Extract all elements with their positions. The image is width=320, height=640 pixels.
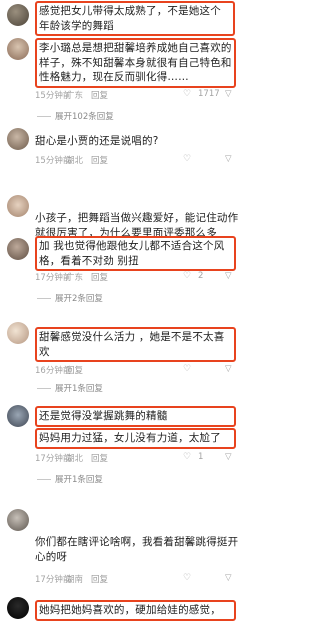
reply-button[interactable]: 回复	[91, 89, 108, 101]
comment-text-content: 加 我也觉得他跟他女儿都不适合这个风格，看着不对劲 别扭	[39, 240, 225, 267]
heart-outline-icon[interactable]: ♡	[183, 573, 191, 583]
comment-text: 李小璐总是想把甜馨培养成她自己喜欢的样子，殊不知甜馨本身就很有自己特色和性格魅力…	[35, 38, 236, 88]
like-count: 1717	[198, 89, 220, 99]
heart-outline-icon[interactable]: ♡	[183, 154, 191, 164]
expand-replies-button[interactable]: 展开1条回复	[37, 382, 103, 394]
comment-location: 湖南	[66, 575, 84, 585]
thumb-down-icon[interactable]: ▽	[225, 271, 232, 281]
avatar[interactable]	[7, 238, 29, 260]
expand-replies-button[interactable]: 展开1条回复	[37, 473, 103, 485]
comment-text: 加 我也觉得他跟他女儿都不适合这个风格，看着不对劲 别扭	[35, 236, 236, 271]
reply-button[interactable]: 回复	[91, 154, 108, 166]
expand-label: 展开1条回复	[55, 384, 103, 394]
divider	[37, 116, 51, 117]
heart-outline-icon[interactable]: ♡	[183, 89, 191, 99]
comment-text: 她妈把她妈喜欢的，硬加给娃的感觉，	[35, 600, 236, 621]
comment-location: 广东	[66, 273, 84, 283]
comment-location: 湖北	[66, 454, 84, 464]
comment-meta: 15分钟前 湖北 回复 ♡ ▽	[35, 154, 241, 166]
thumb-down-icon[interactable]: ▽	[225, 364, 232, 374]
comment-location: 广东	[66, 91, 84, 101]
avatar[interactable]	[7, 405, 29, 427]
comment-meta: 16分钟前 回复 ♡ ▽	[35, 364, 241, 376]
comment-meta: 17分钟前 广东 回复 ♡ 2 ▽	[35, 271, 241, 283]
avatar[interactable]	[7, 38, 29, 60]
avatar[interactable]	[7, 195, 29, 217]
divider	[37, 388, 51, 389]
avatar[interactable]	[7, 4, 29, 26]
comment-text: 妈妈用力过猛，女儿没有力道，太尬了	[35, 428, 236, 449]
reply-button[interactable]: 回复	[91, 573, 108, 585]
comment-text: 还是觉得没掌握跳舞的精髓	[35, 406, 236, 427]
thumb-down-icon[interactable]: ▽	[225, 452, 232, 462]
heart-outline-icon[interactable]: ♡	[183, 452, 191, 462]
reply-button[interactable]: 回复	[91, 271, 108, 283]
divider	[37, 479, 51, 480]
expand-label: 展开1条回复	[55, 475, 103, 485]
reply-button[interactable]: 回复	[66, 364, 83, 376]
comment-text-content: 她妈把她妈喜欢的，硬加给娃的感觉，	[39, 604, 221, 616]
expand-replies-button[interactable]: 展开2条回复	[37, 292, 103, 304]
thumb-down-icon[interactable]: ▽	[225, 89, 232, 99]
reply-button[interactable]: 回复	[91, 452, 108, 464]
comment-location: 湖北	[66, 156, 84, 166]
divider	[37, 298, 51, 299]
like-count: 1	[198, 452, 204, 462]
expand-label: 展开2条回复	[55, 294, 103, 304]
heart-outline-icon[interactable]: ♡	[183, 364, 191, 374]
comment-text: 感觉把女儿带得太成熟了，不是她这个年龄该学的舞蹈	[35, 1, 235, 36]
comment-text-content: 妈妈用力过猛，女儿没有力道，太尬了	[39, 432, 221, 444]
expand-replies-button[interactable]: 展开102条回复	[37, 110, 114, 122]
expand-label: 展开102条回复	[55, 112, 114, 122]
comment-text: 甜心是小贾的还是说唱的?	[35, 135, 159, 147]
thumb-down-icon[interactable]: ▽	[225, 573, 232, 583]
thumb-down-icon[interactable]: ▽	[225, 154, 232, 164]
avatar[interactable]	[7, 128, 29, 150]
avatar[interactable]	[7, 597, 29, 619]
like-count: 2	[198, 271, 204, 281]
comment-text-content: 甜馨感觉没什么活力 ，她是不是不太喜欢	[39, 331, 225, 358]
avatar[interactable]	[7, 322, 29, 344]
comment-text: 甜馨感觉没什么活力 ，她是不是不太喜欢	[35, 327, 236, 362]
heart-outline-icon[interactable]: ♡	[183, 271, 191, 281]
comment-text: 你们都在瞎评论啥啊，我看着甜馨跳得挺开心的呀	[35, 536, 239, 563]
comment-meta: 15分钟前 广东 回复 ♡ 1717 ▽	[35, 89, 241, 101]
comment-meta: 17分钟前 湖南 回复 ♡ ▽	[35, 573, 241, 585]
avatar[interactable]	[7, 509, 29, 531]
comment-meta: 17分钟前 湖北 回复 ♡ 1 ▽	[35, 452, 241, 464]
